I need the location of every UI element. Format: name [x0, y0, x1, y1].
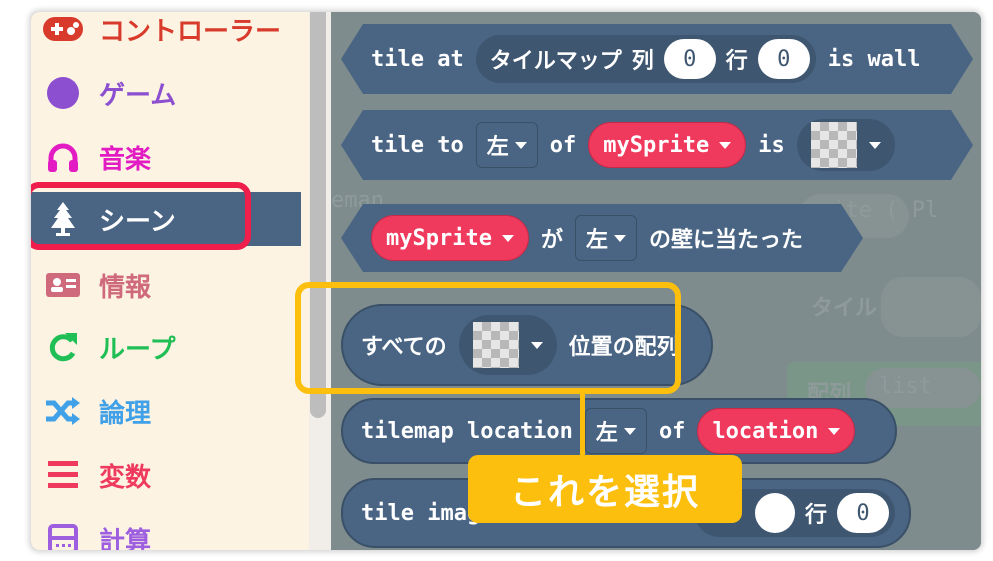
sprite-variable-dropdown[interactable]: mySprite — [588, 122, 746, 168]
ghost-list-text: list — [879, 374, 932, 399]
caret-down-icon — [719, 142, 731, 149]
col-label: 列 — [631, 49, 654, 74]
caret-down-icon — [515, 142, 527, 149]
direction-dropdown[interactable]: 左 — [476, 122, 538, 168]
caret-down-icon — [869, 142, 881, 149]
caret-down-icon — [530, 341, 543, 349]
caret-down-icon — [502, 235, 514, 242]
ghost-tile-pill — [881, 277, 981, 337]
row-label: 行 — [725, 49, 748, 74]
transparent-tile-icon — [472, 322, 519, 368]
toolbox-item-label: コントローラー — [99, 16, 282, 47]
toolbox-item-label: 計算 — [99, 526, 152, 551]
toolbox-item-label: シーン — [99, 206, 176, 237]
block-text: の壁に当たった — [649, 228, 804, 253]
toolbox-item-variables[interactable]: 変数 — [31, 448, 301, 502]
col-input[interactable]: 0 — [664, 39, 716, 79]
toolbox-item-info[interactable]: 情報 — [31, 258, 301, 312]
calculator-icon — [43, 523, 83, 550]
dropdown-value: location — [712, 418, 819, 444]
dropdown-value: mySprite — [386, 225, 492, 251]
caret-down-icon — [623, 427, 636, 435]
direction-dropdown[interactable]: 左 — [575, 215, 637, 261]
toolbox-item-game[interactable]: ゲーム — [31, 66, 301, 120]
toolbox-item-music[interactable]: 音楽 — [31, 130, 301, 184]
block-text: is — [758, 132, 785, 158]
toolbox-item-label: 音楽 — [99, 144, 152, 175]
tile-image-picker[interactable] — [797, 119, 895, 171]
block-tile-at-is-wall[interactable]: tile at タイルマップ 列 0 行 0 is wall — [341, 24, 973, 94]
toolbox-item-label: 変数 — [99, 462, 152, 493]
block-text: tilemap location — [361, 418, 573, 444]
callout-label: これを選択 — [468, 455, 742, 523]
tilemap-location-pill[interactable]: タイルマップ 列 0 行 0 — [476, 35, 816, 83]
dropdown-value: 左 — [486, 135, 509, 160]
block-all-tile-locations[interactable]: すべての 位置の配列 — [341, 304, 713, 386]
block-sprite-hits-wall[interactable]: mySprite が 左 の壁に当たった — [341, 204, 863, 272]
transparent-tile-icon — [811, 122, 857, 168]
dropdown-value: 左 — [585, 228, 608, 253]
block-text: is wall — [827, 46, 921, 72]
toolbox-item-label: ループ — [99, 334, 176, 365]
tilemap-label: タイルマップ — [489, 49, 622, 74]
toolbox-item-scene[interactable]: シーン — [31, 192, 301, 246]
toolbox-item-label: ゲーム — [99, 80, 177, 111]
block-text: tile at — [371, 46, 464, 72]
block-text: of — [549, 132, 577, 158]
tile-image-picker[interactable] — [458, 315, 557, 375]
toolbox-item-logic[interactable]: 論理 — [31, 384, 301, 438]
block-text: が — [540, 228, 563, 253]
circle-icon — [43, 77, 83, 109]
block-tile-to-of-sprite-is[interactable]: tile to 左 of mySprite is — [341, 110, 973, 180]
headphones-icon — [43, 141, 83, 173]
caret-down-icon — [614, 235, 626, 242]
toolbox-item-loops[interactable]: ループ — [31, 320, 301, 374]
direction-dropdown[interactable]: 左 — [584, 408, 647, 454]
id-card-icon — [43, 269, 83, 301]
row-input[interactable]: 0 — [837, 493, 889, 533]
dropdown-value: 左 — [595, 421, 618, 446]
toolbox-item-label: 論理 — [99, 398, 152, 429]
refresh-icon — [43, 331, 83, 363]
tree-icon — [43, 202, 83, 236]
toolbox-scrollbar-thumb[interactable] — [310, 12, 326, 418]
ghost-tile-label: タイル — [811, 296, 878, 321]
sprite-variable-dropdown[interactable]: mySprite — [371, 215, 529, 261]
block-text: すべての — [361, 335, 447, 360]
toolbox-item-controller[interactable]: コントローラー — [31, 12, 301, 56]
block-text: 位置の配列 — [568, 335, 679, 360]
lines-icon — [43, 459, 83, 491]
row-input[interactable]: 0 — [758, 39, 810, 79]
toolbox-item-math[interactable]: 計算 — [31, 512, 301, 550]
block-text: tile to — [371, 132, 464, 158]
toolbox-item-label: 情報 — [99, 272, 152, 303]
col-input[interactable] — [754, 493, 795, 533]
location-variable-dropdown[interactable]: location — [697, 408, 856, 454]
toolbox: コントローラー ゲーム 音楽 シーン 情報 ループ 論理 変数 計算 — [31, 12, 309, 550]
row-label: 行 — [804, 503, 827, 528]
dropdown-value: mySprite — [603, 132, 710, 158]
gamepad-icon — [43, 13, 83, 45]
shuffle-icon — [43, 395, 83, 427]
block-text: of — [658, 418, 686, 444]
caret-down-icon — [828, 427, 841, 435]
